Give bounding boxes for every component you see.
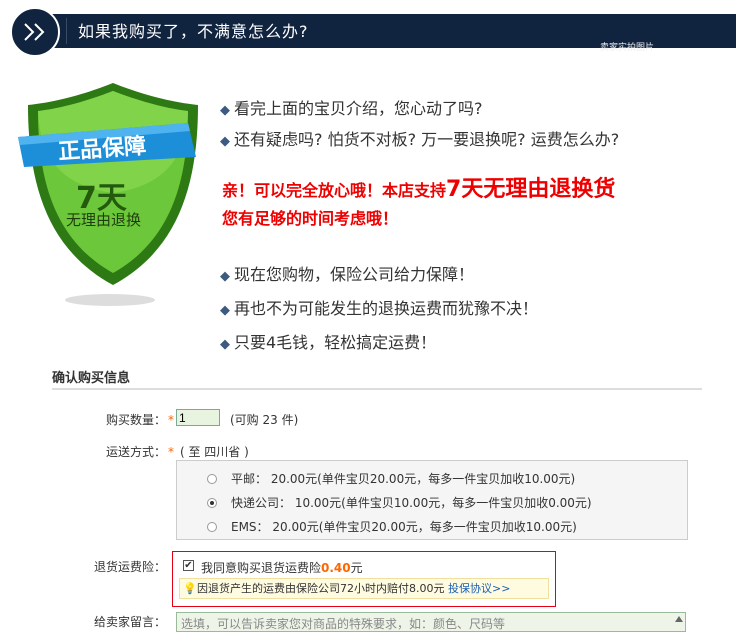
divider	[52, 388, 702, 390]
seller-message-input[interactable]: 选填，可以告诉卖家您对商品的特殊要求，如：颜色、尺码等	[176, 612, 686, 632]
insurance-price: 0.40	[321, 561, 351, 575]
shipping-option[interactable]: 快递公司： 10.00元(单件宝贝10.00元，每多一件宝贝加收0.00元)	[207, 494, 592, 511]
lightbulb-icon: 💡	[183, 582, 197, 595]
insurance-label: 退货运费险：	[94, 560, 167, 574]
insurance-text: 我同意购买退货运费险0.40元	[201, 561, 363, 575]
intro-bullets: ◆ 看完上面的宝贝介绍，您心动了吗? ◆ 还有疑虑吗? 怕货不对板? 万一要退换呢?…	[220, 94, 619, 156]
policy-link[interactable]: 投保协议>>	[448, 582, 510, 595]
diamond-bullet-icon: ◆	[220, 303, 230, 318]
guarantee-shield-badge: 正品保障 7天 无理由退换	[18, 75, 208, 315]
diamond-bullet-icon: ◆	[220, 103, 230, 118]
banner-faint-text: 卖家实拍图片	[600, 43, 655, 53]
intro-line: ◆ 还有疑虑吗? 怕货不对板? 万一要退换呢? 运费怎么办?	[220, 130, 620, 149]
shield-sub: 无理由退换	[66, 211, 142, 229]
message-label: 给卖家留言：	[94, 615, 167, 629]
diamond-bullet-icon: ◆	[220, 134, 230, 149]
qty-label: 购买数量： *	[106, 413, 175, 427]
radio-button[interactable]	[207, 522, 217, 532]
quantity-input[interactable]	[176, 409, 220, 426]
intro-line: ◆ 只要4毛钱，轻松搞定运费！	[220, 333, 437, 352]
section-banner: 如果我购买了，不满意怎么办? 卖家实拍图片	[0, 0, 746, 60]
section-title: 确认购买信息	[52, 371, 131, 386]
radio-button[interactable]	[207, 474, 217, 484]
shipping-option[interactable]: EMS： 20.00元(单件宝贝20.00元，每多一件宝贝加收10.00元)	[207, 518, 577, 535]
shipping-options: 平邮： 20.00元(单件宝贝20.00元，每多一件宝贝加收10.00元) 快递…	[176, 460, 688, 540]
intro-line: ◆ 现在您购物，保险公司给力保障！	[220, 265, 475, 284]
shipping-option[interactable]: 平邮： 20.00元(单件宝贝20.00元，每多一件宝贝加收10.00元)	[207, 470, 575, 487]
banner-title: 如果我购买了，不满意怎么办?	[78, 22, 309, 41]
intro-bullets-2: ◆ 现在您购物，保险公司给力保障！ ◆ 再也不为可能发生的退换运费而犹豫不决！ ◆ 只…	[220, 259, 538, 361]
insurance-box: ✔ 我同意购买退货运费险0.40元 💡因退货产生的运费由保险公司72小时内赔付8…	[172, 551, 556, 607]
qty-note: (可购 23 件)	[230, 413, 299, 427]
intro-line: ◆ 看完上面的宝贝介绍，您心动了吗?	[220, 99, 483, 118]
shield-ribbon-text: 正品保障	[57, 133, 147, 166]
promo-line-2: 您有足够的时间考虑哦！	[222, 209, 399, 228]
double-chevron-right-icon	[10, 7, 60, 57]
intro-line: ◆ 再也不为可能发生的退换运费而犹豫不决！	[220, 299, 539, 318]
insurance-checkbox[interactable]: ✔	[183, 560, 194, 571]
diamond-bullet-icon: ◆	[220, 269, 230, 284]
scroll-up-icon[interactable]	[675, 616, 683, 622]
required-mark: *	[168, 445, 175, 459]
insurance-tip: 💡因退货产生的运费由保险公司72小时内赔付8.00元 投保协议>>	[179, 578, 549, 599]
promo-line: 亲！可以完全放心哦！本店支持7天无理由退换货	[222, 177, 616, 202]
required-mark: *	[168, 413, 175, 427]
diamond-bullet-icon: ◆	[220, 337, 230, 352]
ship-label: 运送方式： *	[106, 445, 175, 459]
banner-separator	[66, 18, 67, 44]
radio-button-selected[interactable]	[207, 498, 217, 508]
ship-destination: ( 至 四川省 )	[180, 445, 249, 459]
